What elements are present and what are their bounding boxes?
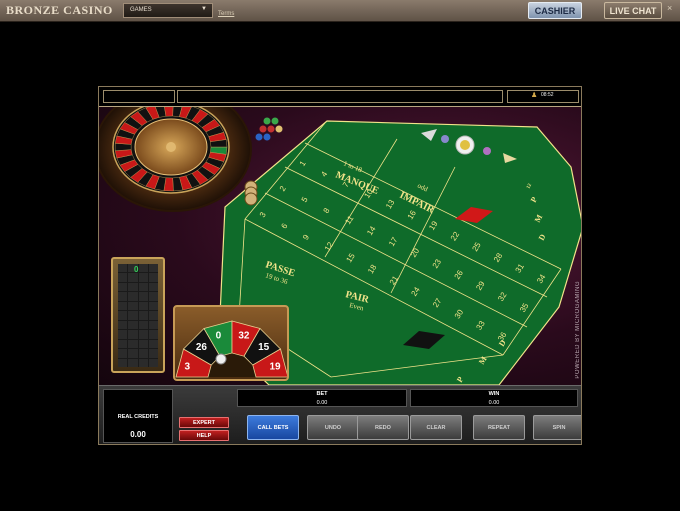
history-cell <box>148 282 158 292</box>
history-cell <box>128 292 138 301</box>
history-cell <box>118 264 128 273</box>
history-cell <box>128 311 138 320</box>
bet-value: 0.00 <box>316 400 328 406</box>
history-cell <box>138 273 148 282</box>
help-button[interactable]: HELP <box>179 430 229 441</box>
history-cell <box>118 301 128 311</box>
live-chat-button[interactable]: LIVE CHAT <box>604 2 662 19</box>
history-cell <box>128 282 138 292</box>
clock-label: 08:52 <box>541 92 554 98</box>
call-bets-button[interactable]: CALL BETS <box>247 415 299 440</box>
history-cell <box>128 301 138 311</box>
real-credits-box: REAL CREDITS 0.00 <box>103 389 173 443</box>
history-cell <box>148 301 158 311</box>
history-cell <box>118 292 128 301</box>
roulette-scene: MANQUE 1 to 18 IMPAIR odd PASSE 19 to 36… <box>99 107 581 385</box>
redo-button[interactable]: REDO <box>357 415 409 440</box>
history-cell <box>118 339 128 349</box>
history-cell <box>118 358 128 367</box>
history-cell <box>148 320 158 330</box>
spin-button[interactable]: SPIN <box>533 415 581 440</box>
history-cell <box>148 330 158 339</box>
history-cell <box>138 311 148 320</box>
win-value: 0.00 <box>488 400 500 406</box>
history-cell <box>128 320 138 330</box>
mini-wheel-graphic: 3 26 0 32 1519 <box>175 320 287 378</box>
mini-wheel-number: 32 <box>238 330 250 341</box>
history-cell <box>118 330 128 339</box>
games-dropdown-label: GAMES <box>130 7 152 13</box>
mini-wheel-number: 3 <box>184 362 190 373</box>
chevron-down-icon: ▼ <box>201 6 207 12</box>
win-box: WIN 0.00 <box>410 389 578 407</box>
history-cell <box>138 330 148 339</box>
history-grid <box>118 264 158 367</box>
close-icon[interactable]: × <box>667 3 672 13</box>
history-cell <box>128 349 138 358</box>
history-cell <box>128 330 138 339</box>
mini-wheel-number: 26 <box>196 342 208 353</box>
history-cell <box>128 358 138 367</box>
history-cell <box>118 320 128 330</box>
history-cell <box>148 292 158 301</box>
history-cell <box>148 311 158 320</box>
mini-wheel-number: 15 <box>258 342 270 353</box>
undo-button[interactable]: UNDO <box>307 415 359 440</box>
mini-wheel-number: 0 <box>216 330 222 341</box>
history-cell <box>138 282 148 292</box>
mini-wheel-number: 19 <box>270 362 282 373</box>
history-cell <box>118 311 128 320</box>
terms-link[interactable]: Terms <box>218 11 234 17</box>
history-panel: 0 <box>111 257 165 373</box>
bet-label: BET <box>316 391 328 397</box>
history-cell <box>118 282 128 292</box>
user-icon: ♟ <box>531 92 538 99</box>
history-cell <box>128 273 138 282</box>
last-numbers-wheel: 3 26 0 32 15 19 <box>173 305 289 381</box>
bet-box: BET 0.00 <box>237 389 407 407</box>
history-cell <box>138 339 148 349</box>
history-cell <box>118 273 128 282</box>
history-cell <box>148 264 158 273</box>
history-cell <box>148 273 158 282</box>
games-dropdown[interactable]: GAMES ▼ <box>123 3 213 18</box>
brand-logo: BRONZE CASINO <box>6 3 113 17</box>
roulette-game: ♟ 08:52 MANQUE 1 to 18 IMPAIR odd PASSE … <box>98 86 582 445</box>
real-credits-value: 0.00 <box>130 430 146 439</box>
game-header-bar: ♟ 08:52 <box>99 87 581 107</box>
message-box <box>177 90 503 103</box>
history-cell <box>148 339 158 349</box>
powered-by-label: POWERED BY MICROGAMING <box>575 281 581 379</box>
expert-button[interactable]: EXPERT <box>179 417 229 428</box>
header-box <box>103 90 175 103</box>
history-cell <box>118 349 128 358</box>
top-bar: BRONZE CASINO GAMES ▼ Terms CASHIER LIVE… <box>0 0 680 22</box>
roulette-wheel <box>99 107 252 212</box>
clear-button[interactable]: CLEAR <box>410 415 462 440</box>
history-last-number: 0 <box>134 265 139 274</box>
cashier-button[interactable]: CASHIER <box>528 2 582 19</box>
history-cell <box>138 320 148 330</box>
history-cell <box>148 358 158 367</box>
real-credits-label: REAL CREDITS <box>117 414 159 420</box>
repeat-button[interactable]: REPEAT <box>473 415 525 440</box>
table-area: MANQUE 1 to 18 IMPAIR odd PASSE 19 to 36… <box>99 107 581 385</box>
history-cell <box>138 292 148 301</box>
history-cell <box>138 358 148 367</box>
history-cell <box>138 349 148 358</box>
history-cell <box>138 301 148 311</box>
control-bar: REAL CREDITS 0.00 EXPERT HELP BET 0.00 W… <box>99 385 581 444</box>
history-cell <box>128 339 138 349</box>
win-label: WIN <box>488 391 500 397</box>
history-cell <box>138 264 148 273</box>
history-cell <box>148 349 158 358</box>
page-root: BRONZE CASINO GAMES ▼ Terms CASHIER LIVE… <box>0 0 680 511</box>
